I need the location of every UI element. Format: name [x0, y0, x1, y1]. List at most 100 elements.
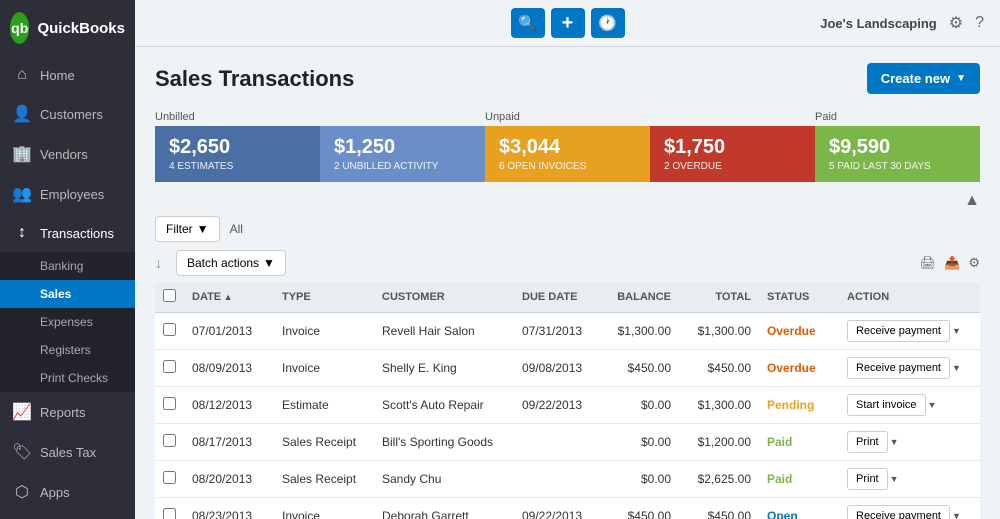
row-status: Open — [759, 498, 839, 519]
sidebar-item-reports[interactable]: 📈 Reports — [0, 392, 135, 432]
table-action-icons: 🖨 📤 ⚙ — [920, 255, 980, 271]
sidebar-item-printchecks[interactable]: Print Checks — [0, 364, 135, 392]
row-checkbox[interactable] — [163, 471, 176, 484]
row-due-date: 09/22/2013 — [514, 498, 599, 519]
summary-section: Unbilled Unpaid Paid $2,650 4 ESTIMATES … — [155, 108, 980, 182]
card-unbilled-amount: $1,250 — [334, 136, 471, 159]
card-open-invoices[interactable]: $3,044 6 OPEN INVOICES — [485, 126, 650, 182]
row-balance: $0.00 — [599, 424, 679, 461]
row-action-button[interactable]: Receive payment — [847, 357, 950, 379]
salestax-icon: 🏷 — [12, 442, 32, 462]
sidebar-item-apps[interactable]: ⬡ Apps — [0, 472, 135, 512]
collapse-button[interactable]: ▲ — [964, 192, 980, 210]
row-action-button[interactable]: Print — [847, 431, 888, 453]
card-open-invoices-amount: $3,044 — [499, 136, 636, 159]
row-date: 08/09/2013 — [184, 350, 274, 387]
sidebar-item-expenses[interactable]: Expenses — [0, 308, 135, 336]
table-row: 08/09/2013 Invoice Shelly E. King 09/08/… — [155, 350, 980, 387]
sidebar-item-sales[interactable]: Sales — [0, 280, 135, 308]
card-overdue[interactable]: $1,750 2 OVERDUE — [650, 126, 815, 182]
row-type: Sales Receipt — [274, 461, 374, 498]
create-new-button[interactable]: Create new ▼ — [867, 63, 980, 94]
row-checkbox[interactable] — [163, 360, 176, 373]
settings-icon[interactable]: ⚙ — [949, 13, 963, 33]
sidebar-item-apps-label: Apps — [40, 485, 70, 500]
vendors-icon: 🏢 — [12, 144, 32, 164]
row-balance: $1,300.00 — [599, 313, 679, 350]
transactions-icon: ↕ — [12, 224, 32, 242]
home-icon: ⌂ — [12, 66, 32, 84]
row-checkbox[interactable] — [163, 323, 176, 336]
row-action-button[interactable]: Print — [847, 468, 888, 490]
export-icon[interactable]: 📤 — [944, 255, 960, 271]
row-type: Invoice — [274, 313, 374, 350]
sidebar-item-vendors[interactable]: 🏢 Vendors — [0, 134, 135, 174]
card-estimates-amount: $2,650 — [169, 136, 306, 159]
table-row: 08/23/2013 Invoice Deborah Garrett 09/22… — [155, 498, 980, 519]
row-total: $1,300.00 — [679, 387, 759, 424]
sidebar-item-customers[interactable]: 👤 Customers — [0, 94, 135, 134]
row-action-dropdown-icon[interactable]: ▼ — [890, 437, 899, 447]
sort-down-icon: ↓ — [155, 255, 162, 271]
col-header-total[interactable]: TOTAL — [679, 282, 759, 313]
row-checkbox-cell — [155, 461, 184, 498]
app-name: QuickBooks — [37, 20, 125, 37]
row-customer: Revell Hair Salon — [374, 313, 514, 350]
row-action-dropdown-icon[interactable]: ▼ — [952, 363, 961, 373]
card-estimates-sub: 4 ESTIMATES — [169, 161, 306, 172]
sidebar-item-home[interactable]: ⌂ Home — [0, 56, 135, 94]
col-header-status[interactable]: STATUS — [759, 282, 839, 313]
unbilled-label: Unbilled — [155, 108, 485, 123]
row-checkbox[interactable] — [163, 397, 176, 410]
select-all-checkbox[interactable] — [163, 289, 176, 302]
col-header-due[interactable]: DUE DATE — [514, 282, 599, 313]
row-action-dropdown-icon[interactable]: ▼ — [928, 400, 937, 410]
content-area: Sales Transactions Create new ▼ Unbilled… — [135, 47, 1000, 519]
sidebar-item-banking[interactable]: Banking — [0, 252, 135, 280]
sidebar-item-transactions-label: Transactions — [40, 226, 114, 241]
col-header-date[interactable]: DATE — [184, 282, 274, 313]
row-type: Invoice — [274, 350, 374, 387]
col-header-type[interactable]: TYPE — [274, 282, 374, 313]
batch-actions-button[interactable]: Batch actions ▼ — [176, 250, 286, 276]
filter-row: Filter ▼ All — [155, 216, 980, 242]
row-action-dropdown-icon[interactable]: ▼ — [890, 474, 899, 484]
row-action-dropdown-icon[interactable]: ▼ — [952, 326, 961, 336]
row-action-button[interactable]: Start invoice — [847, 394, 926, 416]
col-header-customer[interactable]: CUSTOMER — [374, 282, 514, 313]
sidebar-item-home-label: Home — [40, 68, 75, 83]
transactions-table: DATE TYPE CUSTOMER DUE DATE BALANCE TOTA… — [155, 282, 980, 519]
row-action-button[interactable]: Receive payment — [847, 505, 950, 519]
unpaid-label-text: Unpaid — [485, 111, 520, 123]
sidebar-item-transactions[interactable]: ↕ Transactions — [0, 214, 135, 252]
card-unbilled-activity[interactable]: $1,250 2 UNBILLED ACTIVITY — [320, 126, 485, 182]
row-checkbox[interactable] — [163, 434, 176, 447]
card-estimates[interactable]: $2,650 4 ESTIMATES — [155, 126, 320, 182]
sidebar-item-employees[interactable]: 👥 Employees — [0, 174, 135, 214]
row-checkbox[interactable] — [163, 508, 176, 519]
sidebar-item-salestax-label: Sales Tax — [40, 445, 96, 460]
row-date: 08/12/2013 — [184, 387, 274, 424]
card-paid[interactable]: $9,590 5 PAID LAST 30 DAYS — [815, 126, 980, 182]
add-button[interactable]: + — [551, 8, 585, 38]
batch-row: ↓ Batch actions ▼ 🖨 📤 ⚙ — [155, 250, 980, 276]
filter-button[interactable]: Filter ▼ — [155, 216, 220, 242]
col-header-balance[interactable]: BALANCE — [599, 282, 679, 313]
help-icon[interactable]: ? — [975, 14, 984, 32]
filter-value: All — [230, 222, 243, 236]
settings-table-icon[interactable]: ⚙ — [968, 255, 980, 271]
row-action-dropdown-icon[interactable]: ▼ — [952, 511, 961, 519]
sidebar-item-salestax[interactable]: 🏷 Sales Tax — [0, 432, 135, 472]
print-icon[interactable]: 🖨 — [920, 255, 937, 271]
sidebar-item-reports-label: Reports — [40, 405, 86, 420]
company-name: Joe's Landscaping — [820, 16, 937, 31]
search-button[interactable]: 🔍 — [511, 8, 545, 38]
recent-button[interactable]: 🕐 — [591, 8, 625, 38]
paid-label: Paid — [815, 108, 980, 123]
row-date: 08/20/2013 — [184, 461, 274, 498]
row-total: $1,300.00 — [679, 313, 759, 350]
sidebar-item-registers[interactable]: Registers — [0, 336, 135, 364]
main-area: 🔍 + 🕐 Joe's Landscaping ⚙ ? Sales Transa… — [135, 0, 1000, 519]
row-action-button[interactable]: Receive payment — [847, 320, 950, 342]
table-row: 08/20/2013 Sales Receipt Sandy Chu $0.00… — [155, 461, 980, 498]
